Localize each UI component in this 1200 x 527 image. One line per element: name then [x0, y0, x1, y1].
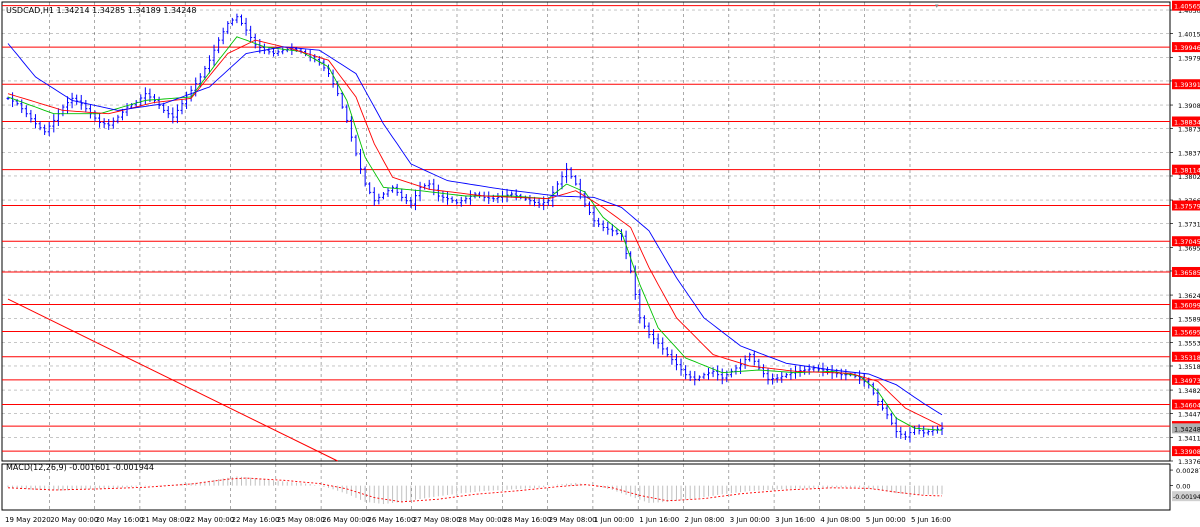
- time-tick-label: 22 May 16:00: [232, 516, 280, 524]
- chart-area[interactable]: 1.405001.401501.397901.394401.390801.387…: [0, 0, 1200, 527]
- price-tick-label: 1.39080: [1178, 102, 1200, 110]
- price-tick-label: 1.34470: [1178, 410, 1200, 418]
- price-tick-label: 1.38370: [1178, 150, 1200, 158]
- time-tick-label: 5 Jun 16:00: [911, 516, 951, 524]
- level-price-label: 1.34973: [1174, 377, 1200, 385]
- level-price-label: 1.33908: [1174, 448, 1200, 456]
- time-tick-label: 26 May 00:00: [322, 516, 370, 524]
- time-tick-label: 5 Jun 00:00: [866, 516, 906, 524]
- time-tick-label: 21 May 08:00: [141, 516, 189, 524]
- price-tick-label: 1.40150: [1178, 30, 1200, 38]
- level-price-label: 1.37579: [1174, 202, 1200, 210]
- level-price-label: 1.34604: [1174, 402, 1200, 410]
- level-price-label: 1.35318: [1174, 354, 1200, 362]
- price-tick-label: 1.35180: [1178, 363, 1200, 371]
- price-tick-label: 1.35530: [1178, 340, 1200, 348]
- level-price-label: 1.37045: [1174, 238, 1200, 246]
- level-price-label: 1.38834: [1174, 119, 1200, 127]
- time-tick-label: 2 Jun 08:00: [685, 516, 725, 524]
- time-tick-label: 22 May 00:00: [186, 516, 234, 524]
- current-price-label: 1.34248: [1174, 425, 1200, 433]
- price-tick-label: 1.34820: [1178, 387, 1200, 395]
- time-tick-label: 20 May 16:00: [96, 516, 144, 524]
- chart-shift-marker: ▾: [935, 2, 939, 10]
- time-tick-label: 28 May 00:00: [458, 516, 506, 524]
- level-price-label: 1.36585: [1174, 269, 1200, 277]
- level-price-label: 1.38114: [1174, 167, 1200, 175]
- price-tick-label: 1.38730: [1178, 125, 1200, 133]
- time-tick-label: 1 Jun 16:00: [639, 516, 679, 524]
- time-tick-label: 29 May 08:00: [549, 516, 597, 524]
- level-price-label: 1.39391: [1174, 81, 1200, 89]
- level-price-label: 1.39946: [1174, 44, 1200, 52]
- time-axis: 19 May 2020 20 May 00:0020 May 16:0021 Ma…: [5, 516, 951, 524]
- time-tick-label: 4 Jun 08:00: [820, 516, 860, 524]
- time-tick-label: 27 May 08:00: [413, 516, 461, 524]
- time-tick-label: 19 May 2020: [5, 516, 51, 524]
- level-price-label: 1.36099: [1174, 301, 1200, 309]
- time-tick-label: 25 May 08:00: [277, 516, 325, 524]
- time-tick-label: 3 Jun 16:00: [775, 516, 815, 524]
- time-tick-label: 1 Jun 00:00: [594, 516, 634, 524]
- macd-tick-label: 0.00: [1176, 483, 1190, 491]
- level-price-label: 1.35695: [1174, 329, 1200, 337]
- symbol-title: USDCAD,H1 1.34214 1.34285 1.34189 1.3424…: [6, 6, 196, 15]
- price-tick-label: 1.33760: [1178, 458, 1200, 466]
- macd-current-label: -0.001944: [1173, 494, 1200, 501]
- price-tick-label: 1.35890: [1178, 315, 1200, 323]
- price-tick-label: 1.39790: [1178, 55, 1200, 63]
- price-tick-label: 1.34110: [1178, 435, 1200, 443]
- time-tick-label: 28 May 16:00: [503, 516, 551, 524]
- macd-tick-label: 0.002878: [1176, 467, 1200, 475]
- time-tick-label: 20 May 00:00: [50, 516, 98, 524]
- price-tick-label: 1.36240: [1178, 292, 1200, 300]
- time-tick-label: 3 Jun 00:00: [730, 516, 770, 524]
- price-tick-label: 1.37310: [1178, 220, 1200, 228]
- macd-label: MACD(12,26,9) -0.001601 -0.001944: [6, 463, 154, 472]
- level-price-label: 1.40565: [1174, 3, 1200, 11]
- chart-background: [0, 0, 1200, 527]
- time-tick-label: 26 May 16:00: [367, 516, 415, 524]
